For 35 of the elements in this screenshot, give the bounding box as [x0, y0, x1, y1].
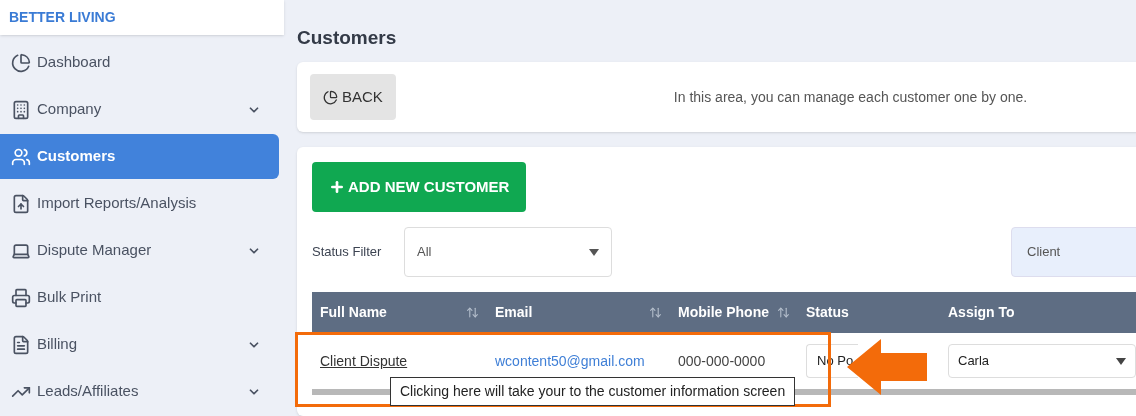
- phone-cell: 000-000-0000: [678, 352, 766, 369]
- back-button[interactable]: BACK: [310, 74, 396, 120]
- pie-chart-icon: [323, 89, 338, 105]
- sidebar-item[interactable]: Dispute Manager: [0, 228, 279, 273]
- caret-icon: [1116, 357, 1126, 365]
- file-upload-icon: [11, 193, 31, 214]
- column-header[interactable]: Assign To: [940, 302, 1136, 323]
- sidebar-item[interactable]: Dashboard: [0, 40, 279, 85]
- sidebar-item[interactable]: Import Reports/Analysis: [0, 181, 279, 226]
- type-field[interactable]: Client: [1011, 227, 1136, 277]
- pie-chart-icon: [11, 52, 31, 73]
- sidebar-item[interactable]: Customers: [0, 134, 279, 179]
- printer-icon: [11, 287, 31, 308]
- column-header[interactable]: Mobile Phone: [670, 302, 798, 323]
- status-filter-label: Status Filter: [312, 243, 383, 262]
- document-icon: [11, 334, 31, 355]
- sidebar-item[interactable]: Company: [0, 87, 279, 132]
- column-header[interactable]: Status: [798, 302, 940, 323]
- users-icon: [11, 146, 31, 167]
- caret-icon: [589, 248, 599, 256]
- page-title: Customers: [297, 25, 397, 50]
- column-header[interactable]: Full Name: [312, 302, 487, 323]
- tooltip: Clicking here will take your to the customer information screen: [390, 377, 796, 406]
- brand-logo-text: BETTER LIVING: [9, 8, 116, 27]
- sidebar-item[interactable]: Bulk Print: [0, 275, 279, 320]
- column-header[interactable]: Email: [487, 302, 670, 323]
- building-icon: [11, 99, 31, 120]
- info-text: In this area, you can manage each customer one by one.: [673, 87, 1028, 107]
- status-filter-select[interactable]: All: [404, 227, 612, 277]
- customer-name-link[interactable]: Client Dispute: [320, 352, 408, 369]
- sidebar-item[interactable]: Leads/Affiliates: [0, 369, 279, 414]
- assign-select[interactable]: Carla: [948, 344, 1136, 378]
- email-cell: wcontent50@gmail.com: [495, 352, 645, 369]
- sidebar-item[interactable]: Billing: [0, 322, 279, 367]
- plus-icon: [329, 179, 345, 195]
